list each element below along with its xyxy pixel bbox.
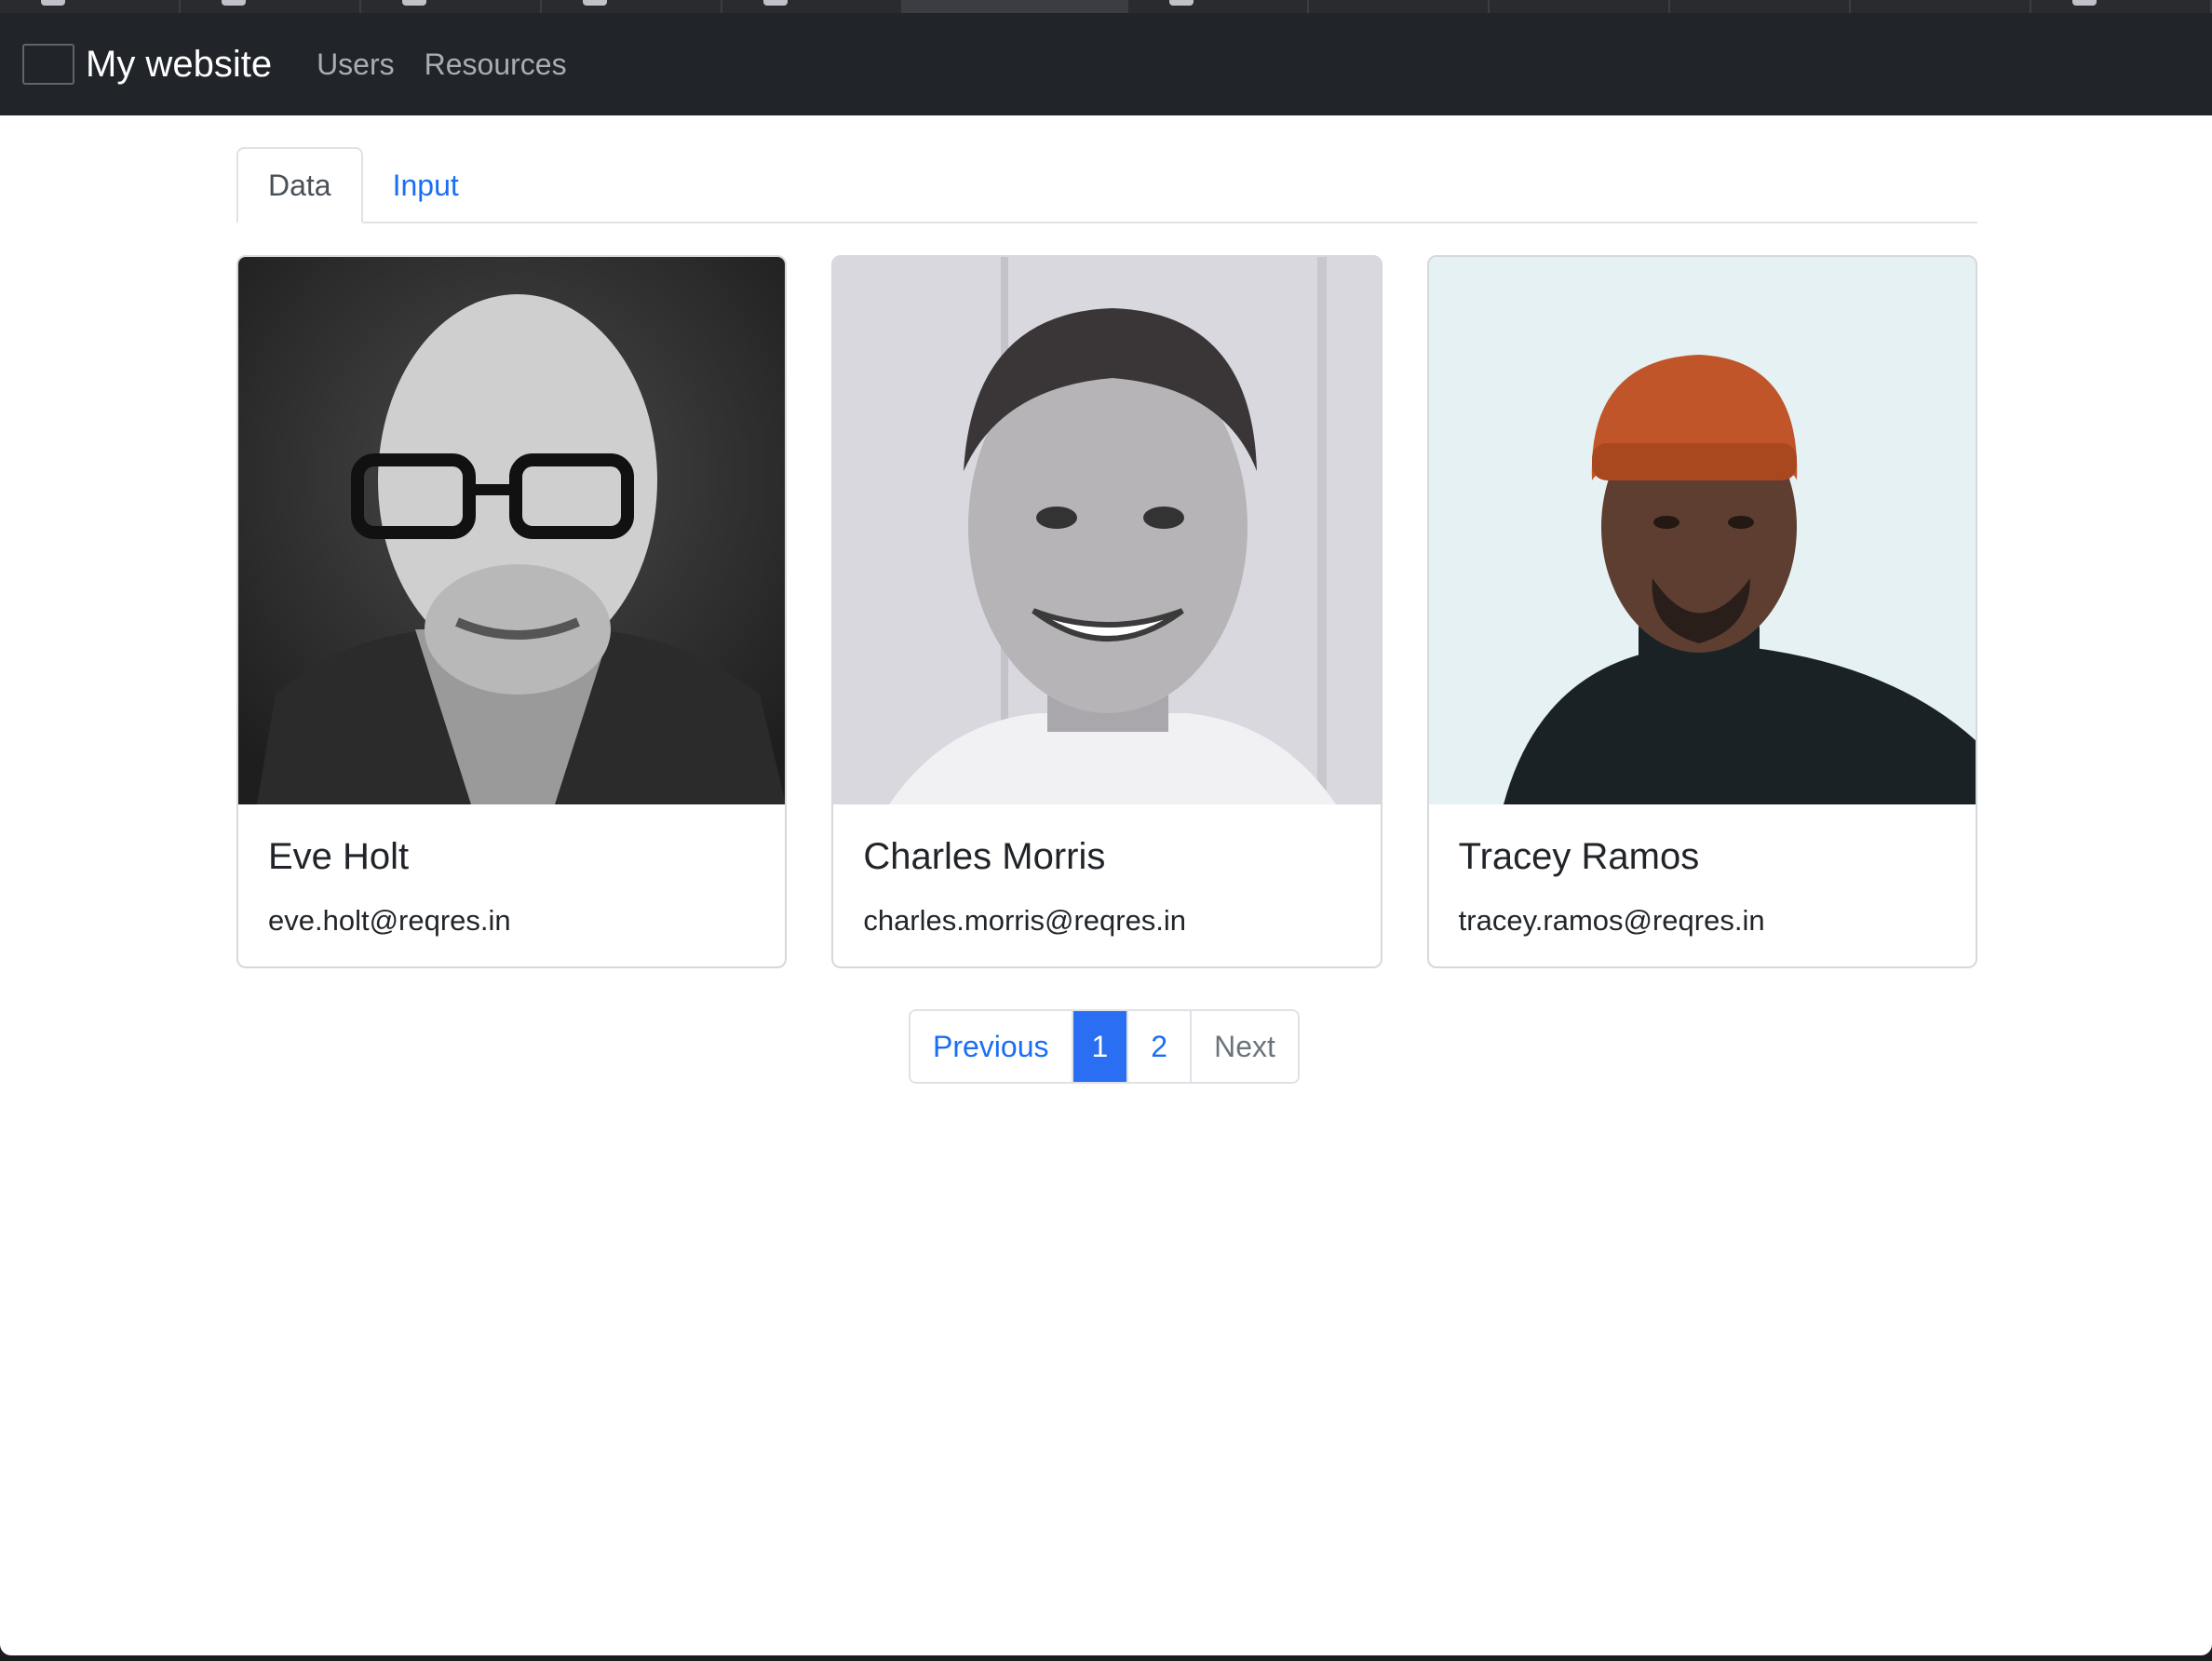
card-body: Tracey Ramos tracey.ramos@reqres.in xyxy=(1429,804,1976,966)
tab-favicon-icon xyxy=(763,0,788,6)
previous-page-button[interactable]: Previous xyxy=(910,1011,1073,1082)
tab-favicon-icon xyxy=(222,0,246,6)
tab-data[interactable]: Data xyxy=(236,147,363,223)
user-card: Tracey Ramos tracey.ramos@reqres.in xyxy=(1426,255,1977,968)
user-name: Tracey Ramos xyxy=(1458,836,1700,877)
nav-link-users[interactable]: Users xyxy=(317,47,395,82)
brand-logo-icon[interactable] xyxy=(22,44,74,85)
browser-tab[interactable] xyxy=(1670,0,1851,13)
browser-viewport: My website Users Resources Data Input Ev… xyxy=(0,13,2212,1655)
pagination: Previous 1 2 Next xyxy=(909,1009,1300,1084)
browser-tab[interactable] xyxy=(722,0,903,13)
browser-tab[interactable] xyxy=(0,0,181,13)
user-photo xyxy=(1428,257,1976,804)
user-name: Eve Holt xyxy=(268,836,410,877)
brand-name[interactable]: My website xyxy=(86,44,272,86)
tab-favicon-icon xyxy=(2072,0,2097,6)
page-2-button[interactable]: 2 xyxy=(1128,1011,1193,1082)
browser-tab[interactable] xyxy=(1490,0,1670,13)
user-name: Charles Morris xyxy=(863,836,1106,877)
user-photo xyxy=(833,257,1381,804)
page-1-button[interactable]: 1 xyxy=(1072,1011,1129,1082)
user-email: eve.holt@reqres.in xyxy=(268,904,511,937)
card-body: Eve Holt eve.holt@reqres.in xyxy=(238,804,785,966)
tab-favicon-icon xyxy=(402,0,426,6)
browser-tab-strip xyxy=(0,0,2212,13)
browser-tab[interactable] xyxy=(1309,0,1490,13)
user-photo xyxy=(238,257,786,804)
browser-tab[interactable] xyxy=(1851,0,2031,13)
next-page-button[interactable]: Next xyxy=(1192,1011,1298,1082)
browser-tab-active[interactable] xyxy=(903,0,1128,13)
main-content: Data Input Eve Holt eve.holt@reqres.in C… xyxy=(236,145,1977,968)
user-email: charles.morris@reqres.in xyxy=(863,904,1187,937)
user-card: Charles Morris charles.morris@reqres.in xyxy=(831,255,1382,968)
content-tabs: Data Input xyxy=(236,145,1977,223)
tab-favicon-icon xyxy=(1169,0,1194,6)
tab-favicon-icon xyxy=(41,0,65,6)
user-cards: Eve Holt eve.holt@reqres.in Charles Morr… xyxy=(236,255,1977,968)
browser-tab[interactable] xyxy=(542,0,722,13)
navbar: My website Users Resources xyxy=(0,13,2212,115)
nav-link-resources[interactable]: Resources xyxy=(425,47,567,82)
browser-tab[interactable] xyxy=(361,0,542,13)
user-email: tracey.ramos@reqres.in xyxy=(1458,904,1765,937)
tab-input[interactable]: Input xyxy=(363,147,489,223)
tab-favicon-icon xyxy=(583,0,607,6)
card-body: Charles Morris charles.morris@reqres.in xyxy=(833,804,1380,966)
browser-tab[interactable] xyxy=(181,0,361,13)
user-card: Eve Holt eve.holt@reqres.in xyxy=(236,255,788,968)
browser-tab[interactable] xyxy=(1128,0,1309,13)
browser-tab[interactable] xyxy=(2031,0,2212,13)
